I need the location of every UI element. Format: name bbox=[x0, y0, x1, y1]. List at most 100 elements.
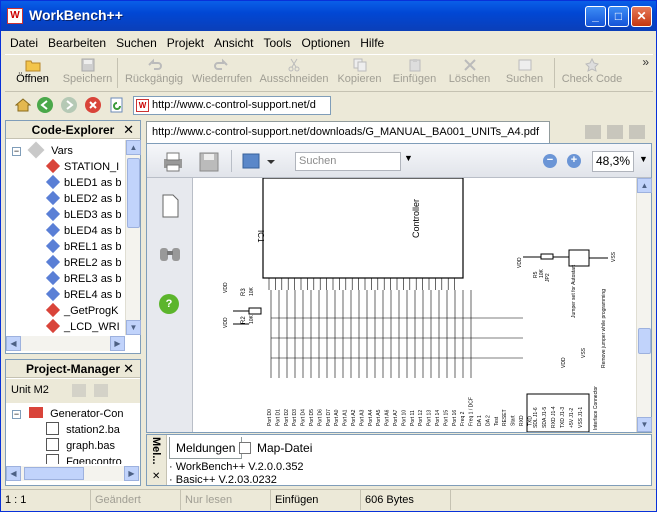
collapse-toggle-icon[interactable]: − bbox=[12, 410, 21, 419]
project-file[interactable]: Fgencontro bbox=[46, 454, 122, 464]
menu-bearbeiten[interactable]: Bearbeiten bbox=[43, 34, 111, 52]
redo-button[interactable]: Wiederrufen bbox=[188, 55, 256, 91]
bas-file-icon bbox=[46, 422, 59, 435]
tab-close-icon[interactable] bbox=[629, 125, 645, 139]
zoom-level-field[interactable]: 48,3% bbox=[592, 151, 634, 172]
search-button[interactable]: Suchen bbox=[497, 55, 552, 91]
tree-item[interactable]: bLED1 as b bbox=[44, 174, 121, 191]
save-button[interactable]: Speichern bbox=[60, 55, 115, 91]
tree-item[interactable]: bREL3 as b bbox=[44, 270, 121, 287]
menu-tools[interactable]: Tools bbox=[258, 34, 296, 52]
tree-item[interactable]: bLED3 as b bbox=[44, 206, 121, 223]
menu-hilfe[interactable]: Hilfe bbox=[355, 34, 389, 52]
copy-button[interactable]: Kopieren bbox=[332, 55, 387, 91]
stop-icon[interactable] bbox=[85, 97, 101, 113]
add-file-icon[interactable] bbox=[72, 384, 86, 397]
print-icon[interactable] bbox=[161, 151, 185, 173]
tree-item[interactable]: STATION_I bbox=[44, 158, 119, 175]
scroll-up-icon[interactable]: ▲ bbox=[637, 178, 652, 193]
scroll-down-icon[interactable]: ▼ bbox=[637, 417, 652, 432]
pdf-vscroll[interactable]: ▲ ▼ bbox=[636, 178, 652, 432]
scroll-left-icon[interactable]: ◀ bbox=[6, 336, 21, 351]
maximize-button[interactable]: □ bbox=[608, 6, 629, 27]
scroll-left-icon[interactable]: ◀ bbox=[6, 466, 21, 481]
zoom-in-icon[interactable]: + bbox=[567, 154, 581, 168]
pdf-search-input[interactable]: Suchen bbox=[295, 152, 401, 171]
code-explorer-close-icon[interactable]: ✕ bbox=[123, 121, 134, 139]
minimize-button[interactable]: _ bbox=[585, 6, 606, 27]
undo-button[interactable]: Rückgängig bbox=[120, 55, 188, 91]
url-field[interactable]: W http://www.c-control-support.net/d bbox=[133, 96, 331, 115]
copy-icon bbox=[353, 58, 366, 72]
pages-icon[interactable] bbox=[160, 194, 180, 218]
tab-map-datei[interactable]: Map-Datei bbox=[233, 437, 318, 459]
check-code-button[interactable]: Check Code bbox=[557, 55, 627, 91]
messages-close-icon[interactable]: ✕ bbox=[152, 471, 160, 482]
search-icon bbox=[518, 59, 531, 71]
scroll-up-icon[interactable]: ▲ bbox=[126, 140, 141, 155]
cut-button[interactable]: Ausschneiden bbox=[256, 55, 332, 91]
paste-button[interactable]: Einfügen bbox=[387, 55, 442, 91]
menu-optionen[interactable]: Optionen bbox=[297, 34, 356, 52]
back-icon[interactable] bbox=[37, 97, 53, 113]
close-button[interactable]: ✕ bbox=[631, 6, 652, 27]
port-label: Port A6 bbox=[385, 409, 391, 426]
variable-icon bbox=[45, 222, 61, 238]
menu-projekt[interactable]: Projekt bbox=[162, 34, 209, 52]
search-dropdown-icon[interactable]: ▼ bbox=[404, 153, 413, 163]
tree-item[interactable]: bREL2 as b bbox=[44, 254, 121, 271]
forward-icon[interactable] bbox=[61, 97, 77, 113]
messages-side-tab[interactable]: Mel... ✕ bbox=[147, 435, 167, 485]
tree-item[interactable]: bREL4 as b bbox=[44, 286, 121, 303]
menu-datei[interactable]: Datei bbox=[5, 34, 43, 52]
tree-node-vars[interactable]: − Vars bbox=[12, 141, 73, 159]
save-icon bbox=[81, 58, 94, 72]
collapse-toggle-icon[interactable]: − bbox=[12, 147, 21, 156]
tab-nav-left-icon[interactable] bbox=[585, 125, 601, 139]
scroll-thumb[interactable] bbox=[127, 158, 140, 228]
zoom-dropdown-icon[interactable]: ▼ bbox=[639, 154, 648, 164]
open-button[interactable]: Öffnen bbox=[5, 55, 60, 91]
project-root-node[interactable]: − Generator-Con bbox=[12, 406, 124, 422]
delete-button[interactable]: Löschen bbox=[442, 55, 497, 91]
refresh-page-icon[interactable] bbox=[109, 97, 125, 113]
scroll-right-icon[interactable]: ▶ bbox=[110, 336, 125, 351]
binoculars-icon[interactable] bbox=[158, 244, 182, 264]
share-icon[interactable] bbox=[241, 150, 277, 172]
scroll-thumb[interactable] bbox=[638, 328, 651, 354]
tree-item[interactable]: bLED4 as b bbox=[44, 222, 121, 239]
scroll-right-icon[interactable]: ▶ bbox=[124, 466, 139, 481]
tree-item[interactable]: _GetProgK bbox=[44, 302, 118, 319]
toolbar-overflow-button[interactable]: » bbox=[642, 55, 649, 69]
tab-meldungen[interactable]: Meldungen bbox=[169, 437, 243, 459]
tree-item[interactable]: bREL1 as b bbox=[44, 238, 122, 255]
project-hscroll[interactable]: ◀ ▶ bbox=[6, 466, 140, 481]
pdf-save-icon[interactable] bbox=[198, 151, 220, 173]
document-tab[interactable]: http://www.c-control-support.net/downloa… bbox=[146, 121, 550, 143]
scroll-thumb[interactable] bbox=[24, 467, 84, 480]
help-icon[interactable]: ? bbox=[159, 294, 179, 314]
pdf-toolbar: Suchen ▼ − + 48,3% ▼ bbox=[147, 144, 651, 178]
project-file[interactable]: graph.bas bbox=[46, 438, 115, 454]
tab-nav-right-icon[interactable] bbox=[607, 125, 623, 139]
open-label: Öffnen bbox=[16, 73, 49, 85]
check-code-label: Check Code bbox=[561, 73, 623, 85]
port-label: DA 1 bbox=[477, 415, 483, 426]
project-file[interactable]: station2.ba bbox=[46, 422, 120, 438]
code-explorer-hscroll[interactable]: ◀ ▶ bbox=[6, 336, 125, 351]
project-manager-close-icon[interactable]: ✕ bbox=[123, 360, 134, 378]
vars-cube-icon bbox=[27, 141, 45, 159]
menu-ansicht[interactable]: Ansicht bbox=[209, 34, 258, 52]
scroll-down-icon[interactable]: ▼ bbox=[126, 320, 141, 335]
home-icon[interactable] bbox=[14, 97, 32, 113]
tree-item-label: bREL1 as b bbox=[64, 241, 122, 253]
code-explorer-vscroll[interactable]: ▲ ▼ bbox=[125, 140, 141, 335]
tree-item[interactable]: _LCD_WRI bbox=[44, 318, 120, 335]
jumper-text: Jumper set for Autostart bbox=[571, 264, 577, 318]
connector-pin-label: SDL J1-6 bbox=[533, 407, 539, 428]
menu-suchen[interactable]: Suchen bbox=[111, 34, 162, 52]
zoom-out-icon[interactable]: − bbox=[543, 154, 557, 168]
tree-item[interactable]: bLED2 as b bbox=[44, 190, 121, 207]
title-bar[interactable]: W WorkBench++ _ □ ✕ bbox=[1, 1, 656, 31]
remove-file-icon[interactable] bbox=[94, 384, 108, 397]
